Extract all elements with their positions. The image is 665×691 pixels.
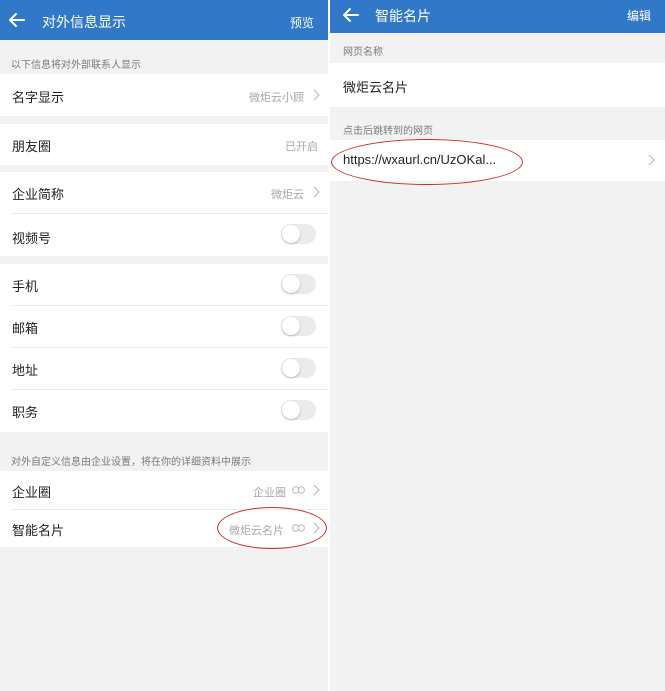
divider	[12, 509, 328, 510]
divider	[12, 389, 328, 390]
arrow-left-icon[interactable]	[6, 9, 28, 31]
email-toggle[interactable]	[281, 316, 316, 336]
moments-value: 已开启	[285, 140, 318, 153]
name-display-value: 微炬云小顾	[249, 91, 304, 104]
preview-button[interactable]: 预览	[290, 14, 314, 31]
chevron-right-icon[interactable]	[312, 186, 320, 198]
smart-card-screen: 智能名片 编辑 网页名称 微炬云名片 点击后跳转到的网页 https://wxa…	[330, 0, 665, 691]
external-info-screen: 对外信息显示 预览 以下信息将对外部联系人显示 名字显示 微炬云小顾 朋友圈 已…	[0, 0, 328, 691]
toggle-knob	[282, 317, 300, 335]
redirect-url-row[interactable]: https://wxaurl.cn/UzOKal...	[330, 140, 665, 181]
section-external-label: 以下信息将对外部联系人显示	[11, 60, 141, 71]
email-label: 邮箱	[12, 322, 39, 337]
edit-button[interactable]: 编辑	[627, 7, 651, 24]
address-label: 地址	[12, 364, 39, 379]
name-display-row[interactable]: 名字显示 微炬云小顾	[0, 74, 328, 116]
contact-group: 手机 邮箱 地址 职务	[0, 264, 328, 432]
chevron-right-icon	[313, 89, 320, 101]
channels-toggle[interactable]	[281, 224, 316, 244]
chevron-right-icon[interactable]	[647, 154, 655, 166]
moments-row[interactable]: 朋友圈 已开启	[0, 124, 328, 165]
custom-group: 企业圈 企业圈 智能名片 微炬云名片	[0, 471, 328, 547]
redirect-label: 点击后跳转到的网页	[343, 126, 433, 137]
phone-label: 手机	[12, 280, 39, 295]
page-title: 对外信息显示	[42, 15, 126, 31]
arrow-left-icon[interactable]	[340, 4, 362, 26]
page-name-label: 网页名称	[343, 47, 383, 58]
divider	[12, 347, 328, 348]
toggle-knob	[282, 401, 300, 419]
moments-label: 朋友圈	[12, 140, 52, 155]
top-bar: 对外信息显示 预览	[0, 0, 328, 40]
toggle-knob	[282, 359, 300, 377]
page-title: 智能名片	[375, 9, 431, 25]
chevron-right-icon[interactable]	[312, 484, 320, 496]
position-label: 职务	[12, 406, 39, 421]
toggle-knob	[282, 225, 300, 243]
link-icon	[292, 524, 305, 532]
channels-label: 视频号	[12, 232, 52, 247]
enterprise-circle-value: 企业圈	[253, 486, 286, 499]
link-icon	[292, 486, 305, 494]
enterprise-circle-label[interactable]: 企业圈	[12, 482, 51, 501]
name-display-label: 名字显示	[12, 91, 65, 106]
section-custom-label: 对外自定义信息由企业设置，将在你的详细资料中展示	[11, 457, 251, 468]
toggle-knob	[282, 275, 300, 293]
page-name-row[interactable]: 微炬云名片	[330, 63, 665, 107]
divider	[12, 213, 328, 214]
chevron-right-icon[interactable]	[312, 522, 320, 534]
smart-card-value: 微炬云名片	[229, 524, 284, 537]
top-bar: 智能名片 编辑	[330, 0, 665, 33]
phone-toggle[interactable]	[281, 274, 316, 294]
company-group: 企业简称 微炬云 视频号	[0, 172, 328, 256]
company-short-label: 企业简称	[12, 188, 65, 203]
divider	[12, 305, 328, 306]
page-name-value: 微炬云名片	[343, 81, 409, 96]
position-toggle[interactable]	[281, 400, 316, 420]
redirect-url-value: https://wxaurl.cn/UzOKal...	[343, 152, 497, 167]
smart-card-label[interactable]: 智能名片	[12, 520, 64, 539]
address-toggle[interactable]	[281, 358, 316, 378]
company-short-value: 微炬云	[271, 188, 304, 201]
